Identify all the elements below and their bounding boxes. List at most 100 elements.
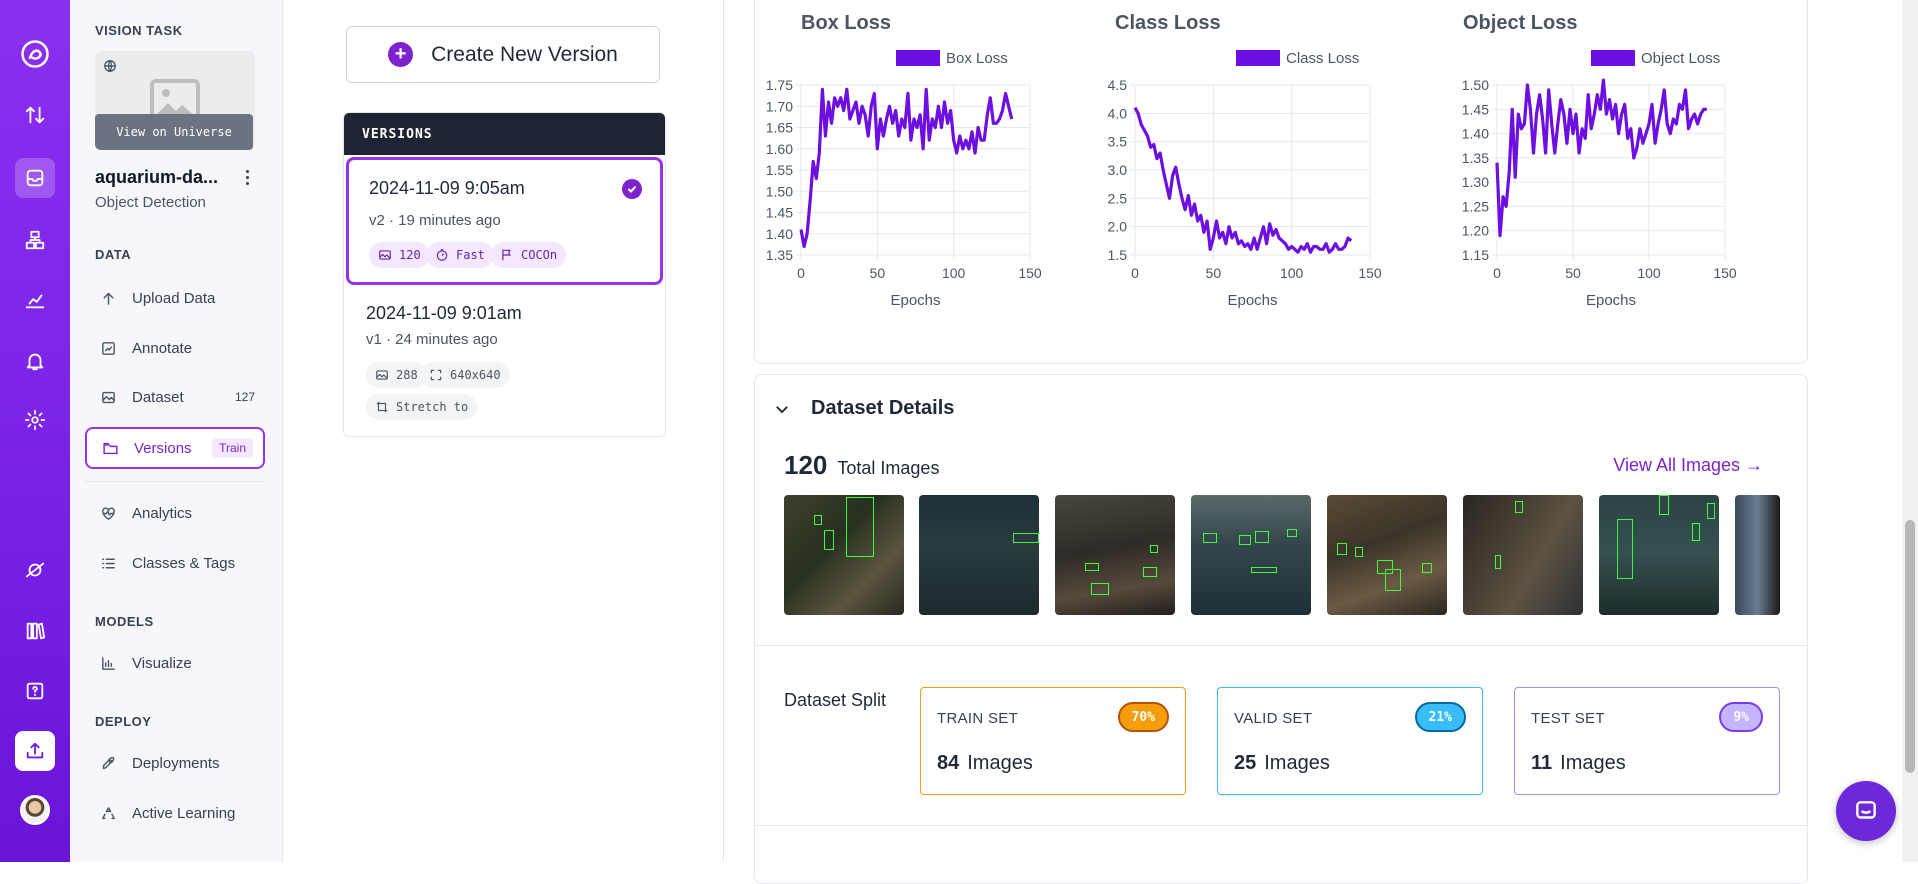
deploy-arrows-icon[interactable]: [15, 95, 55, 135]
sidebar-item-active-learning[interactable]: Active Learning: [85, 794, 265, 832]
project-thumbnail[interactable]: View on Universe: [95, 51, 255, 150]
x-tick-label: 50: [870, 265, 886, 281]
y-tick-label: 1.45: [1462, 101, 1489, 117]
y-tick-label: 1.70: [766, 98, 793, 114]
y-tick-label: 1.45: [766, 205, 793, 221]
train-set-card[interactable]: TRAIN SET 70% 84 Images: [920, 687, 1186, 795]
sidebar-item-label: Annotate: [132, 339, 193, 357]
gallery-image[interactable]: [919, 495, 1039, 615]
class-loss-chart: Class Loss Class Loss 1.5 2.0 2.5 3.0 3.5 4.0 4.…: [1108, 12, 1382, 309]
test-set-card[interactable]: TEST SET 9% 11 Images: [1514, 687, 1780, 795]
view-on-universe-button[interactable]: View on Universe: [95, 114, 253, 150]
version-card-v2[interactable]: 2024-11-09 9:05am v2 · 19 minutes ago 12…: [346, 157, 663, 285]
view-all-images-link[interactable]: View All Images →: [1613, 455, 1763, 476]
versions-panel: VERSIONS 2024-11-09 9:05am v2 · 19 minut…: [343, 112, 666, 437]
chart-title: Object Loss: [1463, 12, 1577, 34]
sidebar-item-analytics[interactable]: Analytics: [85, 494, 265, 532]
gallery-image[interactable]: [1599, 495, 1719, 615]
y-tick-label: 1.55: [766, 162, 793, 178]
version-date: 2024-11-09 9:05am: [369, 178, 525, 198]
gallery-image[interactable]: [784, 495, 904, 615]
image-gallery: [784, 495, 1780, 617]
version-subtitle: v2 · 19 minutes ago: [369, 212, 501, 229]
legend-swatch: [896, 50, 940, 66]
version-card-v1[interactable]: 2024-11-09 9:01am v1 · 24 minutes ago 28…: [346, 285, 663, 435]
x-axis-label: Epochs: [890, 292, 940, 309]
y-tick-label: 1.50: [1462, 77, 1489, 93]
check-icon: [622, 179, 642, 199]
project-name: aquarium-da...: [95, 167, 219, 187]
page-scrollbar[interactable]: [1902, 0, 1918, 862]
y-tick-label: 3.5: [1108, 134, 1128, 150]
stretch-tag: Stretch to: [366, 394, 478, 420]
y-tick-label: 1.5: [1108, 247, 1128, 263]
annotate-icon: [102, 341, 115, 355]
notifications-icon[interactable]: [15, 341, 55, 381]
workflows-icon[interactable]: [15, 220, 55, 260]
create-new-version-label: Create New Version: [431, 42, 618, 66]
logo-icon[interactable]: [15, 34, 55, 74]
analytics-icon[interactable]: [15, 280, 55, 320]
sidebar-item-visualize[interactable]: Visualize: [85, 644, 265, 682]
train-badge[interactable]: Train: [212, 438, 253, 458]
gallery-image[interactable]: [1055, 495, 1175, 615]
gallery-image[interactable]: [1735, 495, 1780, 615]
sidebar-item-annotate[interactable]: Annotate: [85, 329, 265, 367]
chevron-down-icon: [776, 405, 788, 413]
series-line: [1133, 106, 1353, 254]
gallery-image[interactable]: [1463, 495, 1583, 615]
y-tick-label: 2.5: [1108, 190, 1128, 206]
valid-set-card[interactable]: VALID SET 21% 25 Images: [1217, 687, 1483, 795]
image-count-tag: 120: [369, 242, 430, 268]
x-axis-label: Epochs: [1586, 292, 1636, 309]
library-icon[interactable]: [15, 611, 55, 651]
chart-title: Box Loss: [801, 12, 891, 34]
chat-support-button[interactable]: [1836, 781, 1896, 841]
y-tick-label: 1.60: [766, 141, 793, 157]
create-new-version-button[interactable]: + Create New Version: [346, 26, 660, 83]
dataset-count: 127: [234, 390, 255, 404]
avatar[interactable]: [15, 790, 55, 830]
sidebar-item-label: Deployments: [132, 754, 220, 772]
split-count-value: 84: [937, 752, 960, 774]
recycle-icon: [102, 806, 115, 819]
sidebar-item-upload-data[interactable]: Upload Data: [85, 279, 265, 317]
settings-icon[interactable]: [15, 400, 55, 440]
datasets-icon[interactable]: [15, 158, 55, 198]
heart-pulse-icon: [102, 506, 115, 520]
dataset-details-toggle[interactable]: Dataset Details: [773, 397, 954, 420]
sidebar-item-dataset[interactable]: Dataset 127: [85, 378, 265, 416]
legend-label: Box Loss: [946, 50, 1008, 67]
more-options-icon[interactable]: [238, 166, 256, 188]
versions-header: VERSIONS: [344, 113, 665, 155]
sidebar-item-versions[interactable]: Versions Train: [85, 427, 265, 469]
x-axis-label: Epochs: [1227, 292, 1277, 309]
sidebar-item-classes-tags[interactable]: Classes & Tags: [85, 544, 265, 582]
y-tick-label: 1.30: [1462, 174, 1489, 190]
dataset-details-title: Dataset Details: [811, 397, 955, 419]
image-icon: [102, 391, 115, 403]
split-percent-badge: 9%: [1719, 702, 1763, 732]
sidebar-item-label: Analytics: [132, 504, 193, 522]
y-tick-label: 1.40: [766, 226, 793, 242]
gallery-image[interactable]: [1191, 495, 1311, 615]
x-tick-label: 150: [1358, 265, 1382, 281]
tag-label: Stretch to: [396, 400, 469, 414]
sidebar-item-deployments[interactable]: Deployments: [85, 744, 265, 782]
gallery-image[interactable]: [1327, 495, 1447, 615]
y-tick-label: 1.75: [766, 77, 793, 93]
x-tick-label: 0: [1493, 265, 1501, 281]
y-tick-label: 1.15: [1462, 247, 1489, 263]
upload-icon[interactable]: [15, 731, 55, 771]
scrollbar-thumb[interactable]: [1905, 520, 1915, 773]
universe-icon[interactable]: [15, 550, 55, 590]
x-tick-label: 150: [1018, 265, 1042, 281]
deploy-heading: DEPLOY: [95, 714, 152, 729]
help-icon[interactable]: [15, 671, 55, 711]
x-tick-label: 50: [1206, 265, 1222, 281]
y-tick-label: 1.35: [1462, 150, 1489, 166]
split-count-value: 25: [1234, 752, 1257, 774]
image-count-tag: 288: [366, 362, 427, 388]
legend-swatch: [1236, 50, 1280, 66]
sidebar-item-label: Visualize: [132, 654, 192, 672]
